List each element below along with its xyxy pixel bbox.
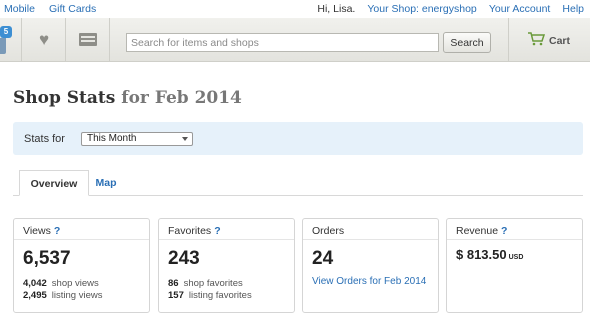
orders-total: 24	[312, 248, 334, 269]
heart-icon: ♥	[38, 30, 50, 49]
favorites-header: Favorites?	[168, 225, 221, 237]
revenue-help-icon[interactable]: ?	[501, 225, 507, 237]
revenue-header: Revenue?	[456, 225, 507, 237]
top-utility-bar: Mobile Gift Cards Hi, Lisa. Your Shop: e…	[0, 0, 590, 18]
gift-cards-link[interactable]: Gift Cards	[49, 3, 96, 15]
top-left-links: Mobile Gift Cards	[4, 3, 107, 15]
orders-card: Orders 24 View Orders for Feb 2014	[302, 218, 439, 313]
view-orders-link[interactable]: View Orders for Feb 2014	[312, 276, 426, 287]
search-button[interactable]: Search	[443, 32, 491, 53]
cart-button[interactable]: Cart	[508, 18, 590, 62]
stats-tabs: Overview Map	[13, 170, 583, 196]
shop-favorites-count: 86	[168, 278, 179, 289]
shop-views-label: shop views	[51, 278, 99, 289]
stats-filter-bar: Stats for This Month	[13, 122, 583, 155]
listing-favorites-row: 157 listing favorites	[168, 290, 252, 301]
listing-favorites-label: listing favorites	[188, 290, 252, 301]
tab-overview[interactable]: Overview	[19, 170, 89, 196]
page-title: Shop Stats for Feb 2014	[13, 88, 242, 108]
revenue-total: $ 813.50 USD	[456, 247, 523, 262]
conversations-icon	[79, 33, 97, 46]
revenue-amount: $ 813.50	[456, 247, 507, 262]
favorites-button[interactable]: ♥	[22, 18, 66, 62]
help-link[interactable]: Help	[562, 3, 584, 15]
page-title-period: Feb 2014	[154, 88, 242, 108]
notification-badge: 5	[0, 26, 12, 38]
views-header: Views?	[23, 225, 60, 237]
favorites-card: Favorites? 243 86 shop favorites 157 listi…	[158, 218, 295, 313]
listing-views-count: 2,495	[23, 290, 47, 301]
orders-divider	[303, 239, 438, 240]
shop-views-row: 4,042 shop views	[23, 278, 99, 289]
listing-views-label: listing views	[51, 290, 103, 301]
cart-icon	[528, 32, 545, 46]
revenue-label: Revenue	[456, 225, 499, 237]
favorites-help-icon[interactable]: ?	[214, 225, 220, 237]
views-label: Views	[23, 225, 51, 237]
period-select-value: This Month	[87, 133, 137, 144]
listing-favorites-count: 157	[168, 290, 184, 301]
tab-map[interactable]: Map	[91, 170, 121, 196]
views-total: 6,537	[23, 248, 71, 269]
conversations-button[interactable]	[66, 18, 110, 62]
page-title-text: Shop Stats	[13, 88, 116, 108]
your-shop-link[interactable]: Your Shop: energyshop	[367, 3, 476, 15]
orders-header: Orders	[312, 225, 344, 237]
notifications-icon	[0, 38, 6, 54]
views-help-icon[interactable]: ?	[54, 225, 60, 237]
top-right-links: Hi, Lisa. Your Shop: energyshop Your Acc…	[308, 3, 584, 15]
search-input[interactable]	[126, 33, 439, 52]
shop-favorites-row: 86 shop favorites	[168, 278, 243, 289]
chevron-down-icon	[182, 137, 188, 141]
stats-for-label: Stats for	[24, 133, 65, 145]
period-select[interactable]: This Month	[81, 132, 193, 146]
page-title-for: for	[121, 88, 149, 108]
revenue-currency: USD	[508, 254, 524, 261]
listing-views-row: 2,495 listing views	[23, 290, 102, 301]
favorites-label: Favorites	[168, 225, 212, 237]
shop-views-count: 4,042	[23, 278, 47, 289]
favorites-divider	[159, 239, 294, 240]
orders-label: Orders	[312, 225, 345, 237]
views-divider	[14, 239, 149, 240]
user-greeting: Hi, Lisa.	[317, 3, 356, 15]
shop-favorites-label: shop favorites	[183, 278, 243, 289]
notifications-button[interactable]: 5	[0, 18, 22, 62]
favorites-total: 243	[168, 248, 200, 269]
mobile-link[interactable]: Mobile	[4, 3, 35, 15]
views-card: Views? 6,537 4,042 shop views 2,495 listin…	[13, 218, 150, 313]
revenue-card: Revenue? $ 813.50 USD	[446, 218, 583, 313]
cart-label: Cart	[549, 35, 571, 47]
your-account-link[interactable]: Your Account	[489, 3, 551, 15]
revenue-divider	[447, 239, 582, 240]
